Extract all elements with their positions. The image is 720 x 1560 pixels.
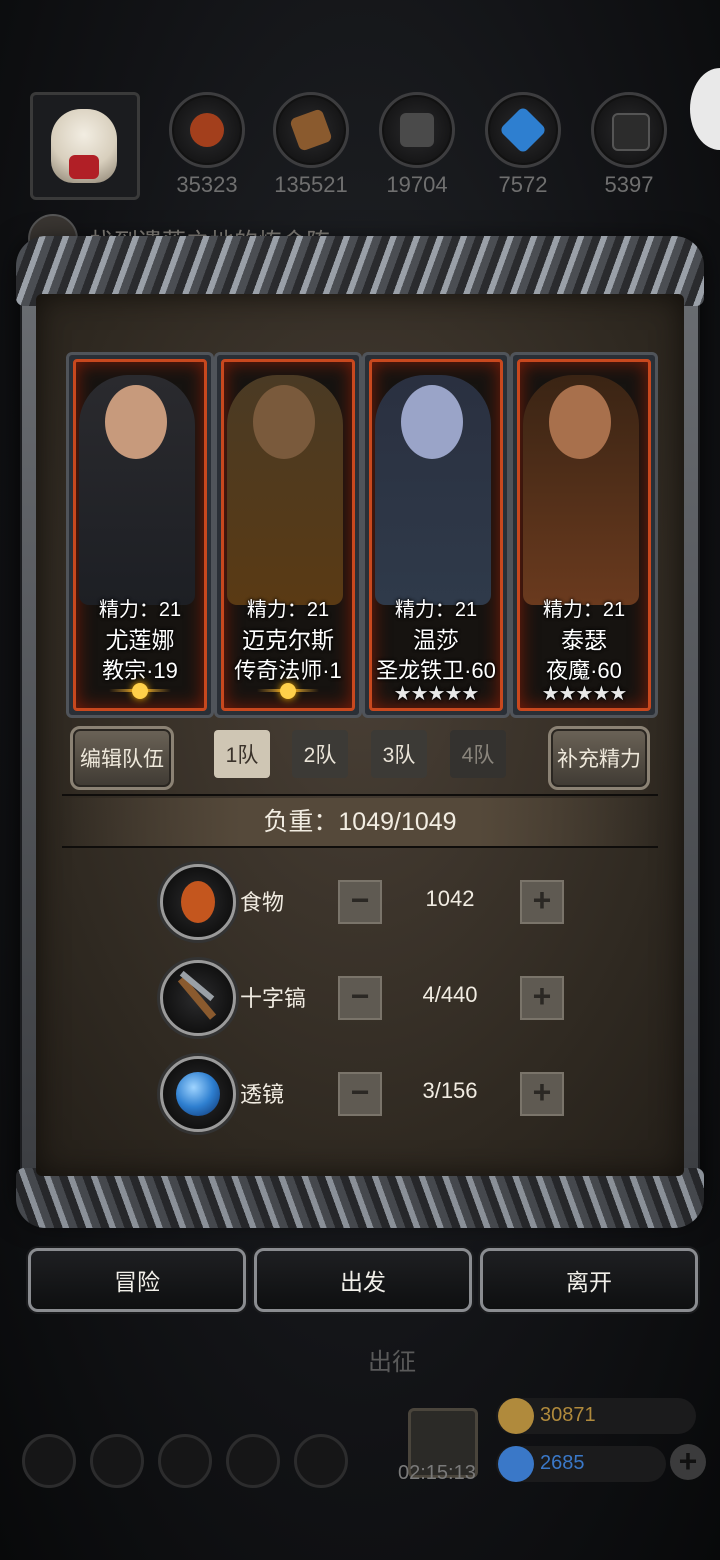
hero-name: 泰瑟 bbox=[561, 627, 607, 653]
resource-value: 5397 bbox=[604, 172, 654, 197]
ranking-icon[interactable] bbox=[158, 1434, 212, 1488]
gem-icon bbox=[498, 1446, 534, 1482]
resource-wood[interactable]: 135521 bbox=[272, 92, 350, 198]
increase-button[interactable]: + bbox=[520, 976, 564, 1020]
meat-icon bbox=[190, 113, 224, 147]
player-avatar[interactable] bbox=[30, 92, 140, 200]
hero-energy: 精力：21 bbox=[98, 599, 182, 621]
hero-energy: 精力：21 bbox=[394, 599, 478, 621]
resource-iron[interactable]: 19704 bbox=[378, 92, 456, 198]
star-rating: ★★★★★ bbox=[393, 683, 480, 705]
pickaxe-icon bbox=[160, 960, 236, 1036]
tab-team-1[interactable]: 1队 bbox=[214, 730, 270, 778]
decrease-button[interactable]: − bbox=[338, 880, 382, 924]
adventure-button[interactable]: 冒险 bbox=[28, 1248, 246, 1312]
star-rating: ★★★★★ bbox=[541, 683, 628, 705]
supply-value: 4/440 bbox=[422, 982, 478, 1007]
supply-label: 透镜 bbox=[240, 1082, 285, 1107]
load-capacity: 负重：1049/1049 bbox=[62, 798, 658, 846]
moon-rank-icon bbox=[109, 683, 171, 699]
lens-icon bbox=[160, 1056, 236, 1132]
edit-team-button[interactable]: 编辑队伍 bbox=[70, 726, 174, 790]
hero-name: 尤莲娜 bbox=[105, 627, 175, 653]
hero-face bbox=[253, 385, 315, 459]
meat-icon bbox=[160, 864, 236, 940]
supply-row-lens: 透镜 − 3/156 + bbox=[160, 1056, 580, 1132]
supply-row-pickaxe: 十字镐 − 4/440 + bbox=[160, 960, 580, 1036]
wood-plank-icon bbox=[289, 108, 333, 152]
gold-value: 30871 bbox=[540, 1404, 596, 1426]
resource-ore[interactable]: 5397 bbox=[590, 92, 668, 198]
hero-card-3[interactable]: 精力：21 温莎 圣龙铁卫·60 ★★★★★ bbox=[362, 352, 510, 718]
hero-name: 温莎 bbox=[413, 627, 459, 653]
black-ore-icon bbox=[612, 113, 650, 151]
depart-button[interactable]: 出发 bbox=[254, 1248, 472, 1312]
expedition-label: 出征 bbox=[368, 1349, 416, 1376]
supply-value: 1042 bbox=[425, 886, 475, 911]
divider bbox=[62, 794, 658, 796]
gift-timer: 02:15:13 bbox=[398, 1462, 476, 1484]
hero-class-level: 传奇法师·1 bbox=[234, 658, 342, 683]
increase-button[interactable]: + bbox=[520, 1072, 564, 1116]
hero-card-2[interactable]: 精力：21 迈克尔斯 传奇法师·1 bbox=[214, 352, 362, 718]
hero-card-4[interactable]: 精力：21 泰瑟 夜魔·60 ★★★★★ bbox=[510, 352, 658, 718]
rabbit-portrait-icon bbox=[51, 109, 117, 183]
moon-rank-icon bbox=[257, 683, 319, 699]
supply-row-food: 食物 − 1042 + bbox=[160, 864, 580, 940]
resource-value: 135521 bbox=[274, 172, 348, 197]
hero-card-1[interactable]: 精力：21 尤莲娜 教宗·19 bbox=[66, 352, 214, 718]
gem-value: 2685 bbox=[540, 1452, 585, 1474]
hero-energy: 精力：21 bbox=[542, 599, 626, 621]
mail-icon[interactable] bbox=[226, 1434, 280, 1488]
gold-coin-icon bbox=[498, 1398, 534, 1434]
hero-face bbox=[401, 385, 463, 459]
tab-team-3[interactable]: 3队 bbox=[371, 730, 427, 778]
team-dialog: 精力：21 尤莲娜 教宗·19 精力：21 迈克尔斯 传奇法师·1 精力：21 … bbox=[16, 236, 704, 1228]
divider bbox=[62, 846, 658, 848]
add-currency-button[interactable]: + bbox=[670, 1444, 706, 1480]
hero-class-level: 教宗·19 bbox=[102, 658, 178, 683]
iron-ingot-icon bbox=[400, 113, 434, 147]
resource-crystal[interactable]: 7572 bbox=[484, 92, 562, 198]
resource-value: 35323 bbox=[176, 172, 238, 197]
decrease-button[interactable]: − bbox=[338, 976, 382, 1020]
tab-team-2[interactable]: 2队 bbox=[292, 730, 348, 778]
hero-face bbox=[549, 385, 611, 459]
resource-value: 19704 bbox=[386, 172, 448, 197]
hero-face bbox=[105, 385, 167, 459]
hero-name: 迈克尔斯 bbox=[242, 627, 334, 653]
resource-meat[interactable]: 35323 bbox=[168, 92, 246, 198]
chat-icon[interactable] bbox=[294, 1434, 348, 1488]
leave-button[interactable]: 离开 bbox=[480, 1248, 698, 1312]
tab-team-4[interactable]: 4队 bbox=[450, 730, 506, 778]
settings-icon[interactable] bbox=[22, 1434, 76, 1488]
decrease-button[interactable]: − bbox=[338, 1072, 382, 1116]
gem-counter: 2685 bbox=[496, 1446, 666, 1482]
achievement-icon[interactable] bbox=[90, 1434, 144, 1488]
replenish-energy-button[interactable]: 补充精力 bbox=[548, 726, 650, 790]
gold-counter: 30871 bbox=[496, 1398, 696, 1434]
blue-crystal-icon bbox=[498, 105, 548, 155]
supply-value: 3/156 bbox=[422, 1078, 478, 1103]
increase-button[interactable]: + bbox=[520, 880, 564, 924]
supply-label: 食物 bbox=[240, 890, 285, 915]
hero-energy: 精力：21 bbox=[246, 599, 330, 621]
supply-label: 十字镐 bbox=[240, 986, 307, 1011]
resource-value: 7572 bbox=[498, 172, 548, 197]
